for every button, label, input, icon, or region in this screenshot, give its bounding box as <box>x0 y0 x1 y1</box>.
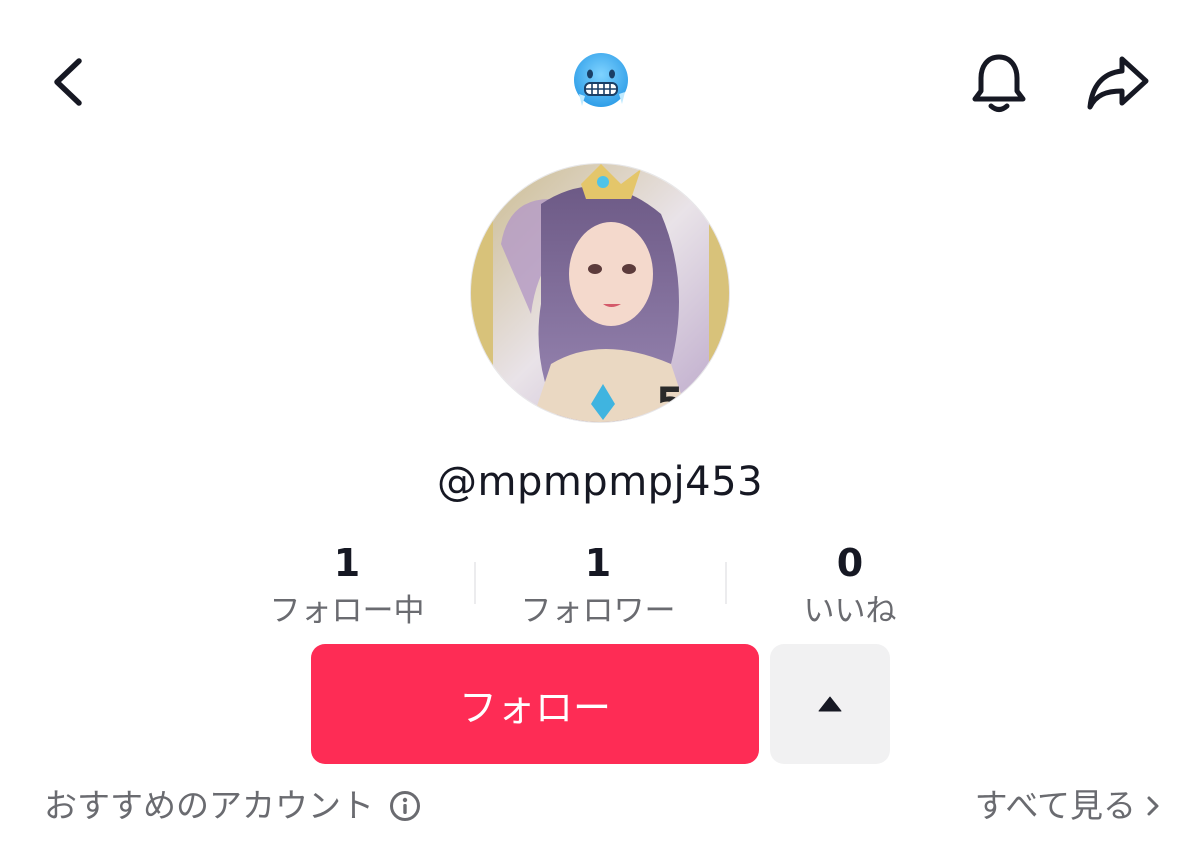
followers-label: フォロワー <box>520 593 676 629</box>
svg-text:58: 58 <box>656 380 712 423</box>
suggested-accounts-header: おすすめのアカウント <box>44 778 422 834</box>
info-icon[interactable] <box>388 789 422 823</box>
chevron-left-icon <box>54 58 82 106</box>
triangle-up-icon <box>818 696 842 712</box>
likes-label: いいね <box>803 593 897 629</box>
stat-following[interactable]: 1 フォロー中 <box>222 540 472 640</box>
chevron-right-icon <box>1146 794 1160 818</box>
share-arrow-icon <box>1087 56 1149 110</box>
suggested-accounts-label: おすすめのアカウント <box>44 786 374 825</box>
follow-button[interactable]: フォロー <box>311 644 759 764</box>
see-all-link[interactable]: すべて見る <box>975 778 1160 834</box>
cold-face-emoji-icon <box>570 50 632 112</box>
followers-count: 1 <box>584 541 612 585</box>
back-button[interactable] <box>38 50 98 114</box>
following-count: 1 <box>333 541 361 585</box>
bell-icon <box>972 54 1026 112</box>
see-all-label: すべて見る <box>974 786 1136 825</box>
username: @mpmpmpj453 <box>436 459 764 505</box>
stat-likes[interactable]: 0 いいね <box>725 540 975 640</box>
notification-button[interactable] <box>962 46 1036 120</box>
share-button[interactable] <box>1080 46 1156 120</box>
likes-count: 0 <box>836 541 864 585</box>
following-label: フォロー中 <box>269 593 425 629</box>
stat-followers[interactable]: 1 フォロワー <box>473 540 723 640</box>
suggested-accounts-toggle-button[interactable] <box>770 644 890 764</box>
profile-avatar[interactable]: 58 <box>470 163 730 423</box>
avatar-illustration: 58 <box>471 164 729 423</box>
